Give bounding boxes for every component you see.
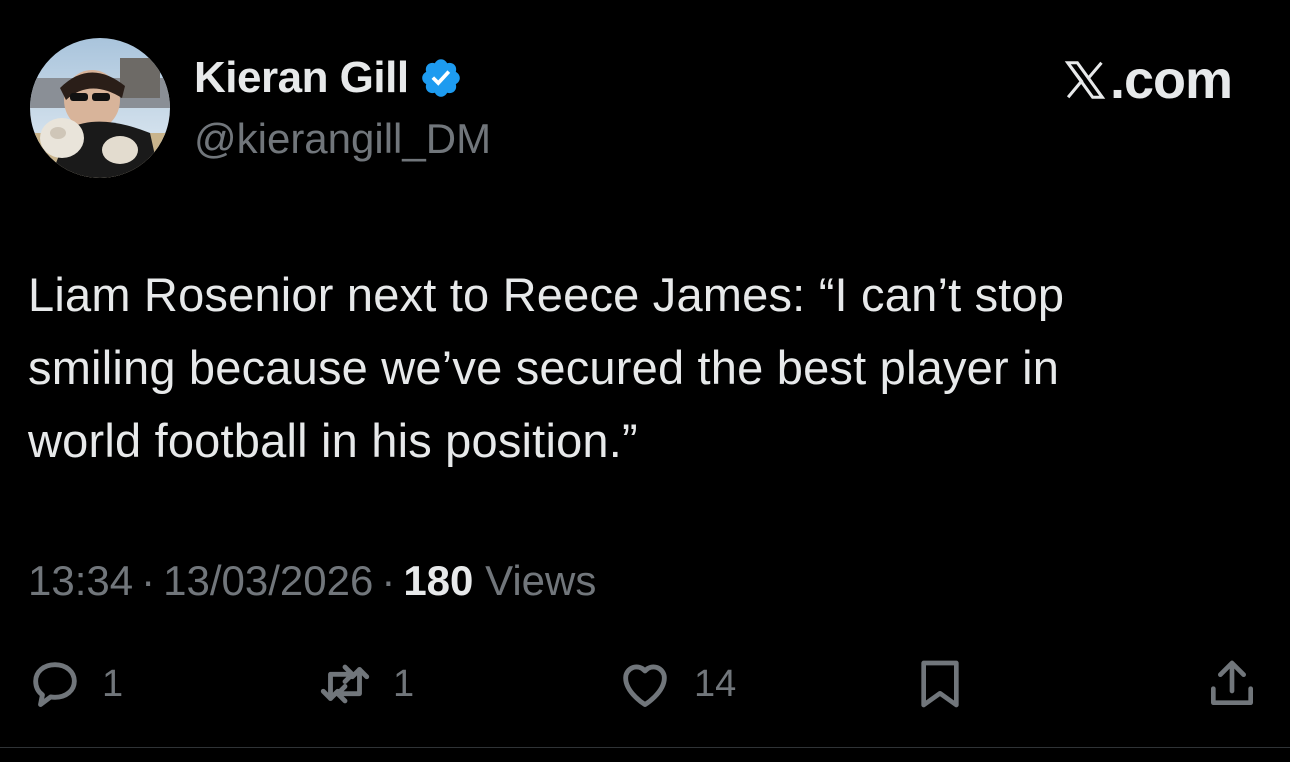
tweet-card: Kieran Gill @kierangill_DM .com Liam Ros… [0,0,1290,762]
share-button[interactable] [1204,652,1260,716]
avatar[interactable] [30,38,170,178]
author-name[interactable]: Kieran Gill [194,52,409,104]
author-name-row[interactable]: Kieran Gill [194,52,463,104]
reply-button[interactable]: 1 [26,652,123,716]
bottom-divider [0,747,1290,748]
tweet-time[interactable]: 13:34 [28,557,133,604]
brand-logo: .com [1062,50,1233,110]
views-count[interactable]: 180 [403,557,473,604]
reply-count: 1 [102,662,124,705]
repost-button[interactable]: 1 [315,652,414,716]
bookmark-icon [921,660,959,708]
like-button[interactable]: 14 [614,652,736,716]
brand-domain: .com [1109,50,1233,110]
meta-separator: · [141,557,156,604]
repost-count: 1 [393,662,415,705]
tweet-date[interactable]: 13/03/2026 [163,557,373,604]
reply-icon [33,662,77,707]
tweet-text: Liam Rosenior next to Reece James: “I ca… [28,268,1065,467]
meta-separator: · [381,557,396,604]
repost-icon [320,664,370,704]
tweet-meta: 13:34 · 13/03/2026 · 180 Views [28,553,596,609]
x-logo-icon [1062,56,1108,104]
bookmark-button[interactable] [912,652,968,716]
like-count: 14 [694,662,737,705]
views-label: Views [485,557,597,604]
author-handle[interactable]: @kierangill_DM [194,113,491,165]
share-icon [1211,660,1253,705]
heart-icon [623,664,667,707]
profile-photo-icon [30,38,170,178]
verified-badge-icon [419,56,463,100]
